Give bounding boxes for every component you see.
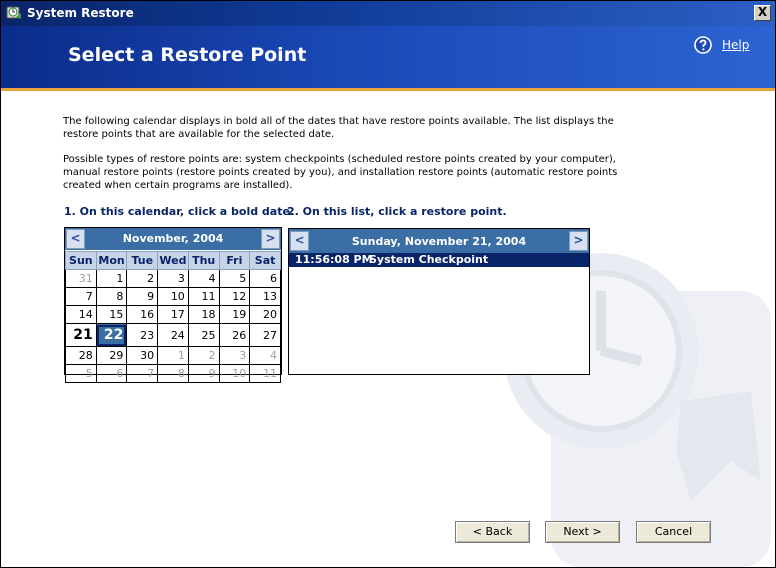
next-date-button[interactable]: > — [569, 231, 588, 251]
weekday-label: Thu — [187, 251, 220, 270]
calendar-day[interactable]: 8 — [95, 287, 128, 306]
calendar-day[interactable]: 5 — [218, 269, 251, 288]
calendar-day[interactable]: 29 — [95, 346, 128, 365]
restore-point-description: System Checkpoint — [369, 253, 489, 266]
calendar-week: 14 15 16 17 18 19 20 — [65, 305, 281, 324]
close-button[interactable]: X — [754, 5, 771, 21]
calendar-day[interactable]: 18 — [187, 305, 220, 324]
calendar-day[interactable]: 7 — [126, 364, 159, 383]
calendar-day[interactable]: 15 — [95, 305, 128, 324]
weekday-header-row: Sun Mon Tue Wed Thu Fri Sat — [65, 251, 281, 270]
restore-types-paragraph: Possible types of restore points are: sy… — [63, 154, 618, 191]
calendar-day[interactable]: 7 — [65, 287, 97, 306]
calendar-day[interactable]: 23 — [126, 323, 159, 347]
calendar-day[interactable]: 25 — [187, 323, 220, 347]
calendar-week: 21 22 23 24 25 26 27 — [65, 323, 281, 347]
next-button[interactable]: Next > — [545, 521, 620, 543]
calendar-day[interactable]: 12 — [218, 287, 251, 306]
calendar-day[interactable]: 1 — [157, 346, 189, 365]
list-header: < Sunday, November 21, 2004 > — [289, 229, 589, 253]
calendar-day[interactable]: 6 — [95, 364, 128, 383]
system-restore-icon — [6, 6, 21, 19]
calendar-week: 5 6 7 8 9 10 11 — [65, 364, 281, 383]
restore-point-list: < Sunday, November 21, 2004 > 11:56:08 P… — [288, 228, 590, 375]
calendar-day[interactable]: 3 — [157, 269, 189, 288]
calendar-day[interactable]: 31 — [65, 269, 97, 288]
cancel-button[interactable]: Cancel — [636, 521, 711, 543]
page-title: Select a Restore Point — [68, 44, 307, 66]
restore-point-time: 11:56:08 PM — [295, 253, 373, 266]
calendar-day[interactable]: 10 — [157, 287, 189, 306]
calendar-day[interactable]: 28 — [65, 346, 97, 365]
calendar-day-restore-available[interactable]: 21 — [65, 323, 97, 347]
previous-month-button[interactable]: < — [66, 229, 85, 249]
calendar-day[interactable]: 9 — [126, 287, 159, 306]
restore-calendar: < November, 2004 > Sun Mon Tue Wed Thu F… — [64, 227, 282, 383]
calendar-day[interactable]: 14 — [65, 305, 97, 324]
calendar-day[interactable]: 13 — [249, 287, 281, 306]
calendar-header: < November, 2004 > — [65, 228, 281, 250]
calendar-day[interactable]: 9 — [187, 364, 220, 383]
weekday-label: Wed — [157, 251, 189, 270]
weekday-label: Tue — [126, 251, 159, 270]
calendar-day[interactable]: 2 — [126, 269, 159, 288]
calendar-day[interactable]: 16 — [126, 305, 159, 324]
calendar-day[interactable]: 8 — [157, 364, 189, 383]
calendar-day[interactable]: 3 — [218, 346, 251, 365]
weekday-label: Sat — [249, 251, 281, 270]
calendar-day[interactable]: 11 — [249, 364, 281, 383]
calendar-day[interactable]: 24 — [157, 323, 189, 347]
calendar-day[interactable]: 4 — [249, 346, 281, 365]
calendar-week: 31 1 2 3 4 5 6 — [65, 269, 281, 288]
back-button[interactable]: < Back — [455, 521, 530, 543]
system-restore-window: System Restore X Select a Restore Point … — [0, 0, 776, 568]
weekday-label: Fri — [218, 251, 251, 270]
calendar-day[interactable]: 11 — [187, 287, 220, 306]
calendar-day[interactable]: 30 — [126, 346, 159, 365]
help-link[interactable]: Help — [722, 38, 749, 52]
instructions-paragraph: The following calendar displays in bold … — [63, 116, 614, 140]
calendar-day[interactable]: 2 — [187, 346, 220, 365]
header-divider — [1, 88, 775, 91]
step-2-label: 2. On this list, click a restore point. — [287, 205, 507, 218]
calendar-day[interactable]: 20 — [249, 305, 281, 324]
weekday-label: Sun — [65, 251, 97, 270]
title-bar[interactable]: System Restore X — [1, 1, 775, 26]
help-icon[interactable] — [694, 36, 712, 54]
calendar-day[interactable]: 19 — [218, 305, 251, 324]
window-title: System Restore — [27, 6, 134, 20]
step-1-label: 1. On this calendar, click a bold date. — [64, 205, 295, 218]
calendar-grid: Sun Mon Tue Wed Thu Fri Sat 31 1 2 3 4 5… — [65, 251, 281, 383]
calendar-day[interactable]: 5 — [65, 364, 97, 383]
restore-point-item[interactable]: 11:56:08 PM System Checkpoint — [289, 253, 589, 267]
weekday-label: Mon — [95, 251, 128, 270]
calendar-week: 28 29 30 1 2 3 4 — [65, 346, 281, 365]
calendar-day[interactable]: 4 — [187, 269, 220, 288]
calendar-day[interactable]: 1 — [95, 269, 128, 288]
calendar-day[interactable]: 6 — [249, 269, 281, 288]
calendar-day-selected[interactable]: 22 — [95, 323, 128, 347]
next-month-button[interactable]: > — [261, 229, 280, 249]
calendar-week: 7 8 9 10 11 12 13 — [65, 287, 281, 306]
calendar-day[interactable]: 27 — [249, 323, 281, 347]
wizard-header: Select a Restore Point Help — [1, 26, 775, 88]
previous-date-button[interactable]: < — [290, 231, 309, 251]
list-date-label: Sunday, November 21, 2004 — [351, 235, 527, 248]
calendar-day[interactable]: 26 — [218, 323, 251, 347]
calendar-month-label: November, 2004 — [122, 232, 224, 245]
calendar-day[interactable]: 10 — [218, 364, 251, 383]
calendar-day[interactable]: 17 — [157, 305, 189, 324]
